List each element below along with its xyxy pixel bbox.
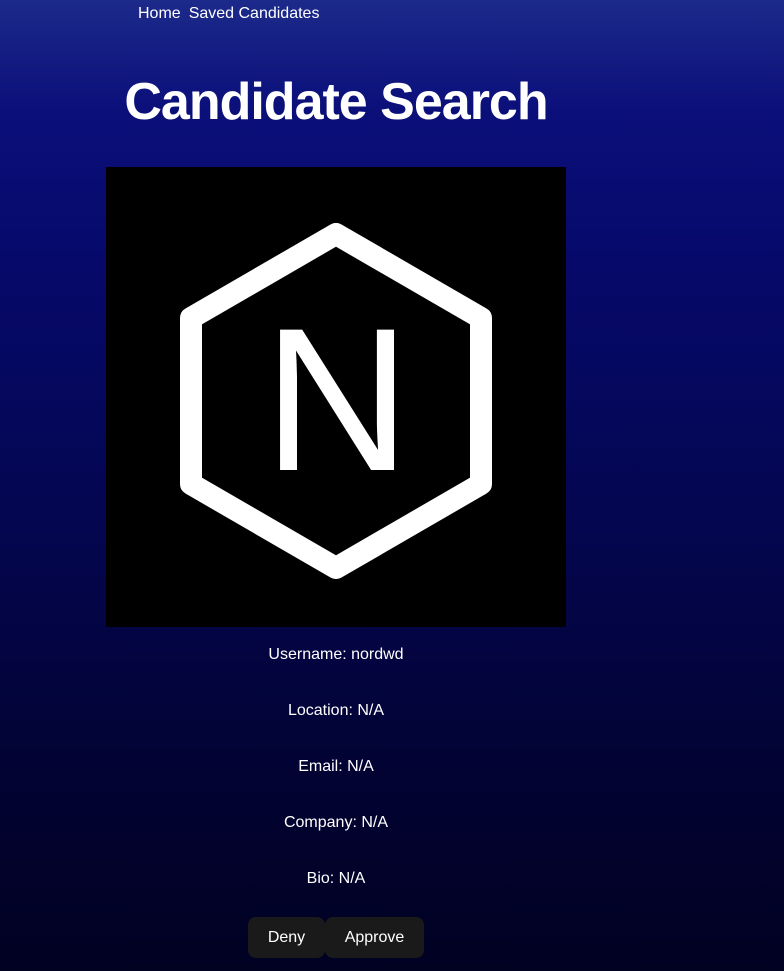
candidate-bio: Bio: N/A (306, 870, 366, 887)
candidate-location: Location: N/A (287, 702, 385, 719)
approve-button[interactable]: Approve (325, 917, 424, 958)
candidate-avatar: N (106, 167, 566, 627)
candidate-company: Company: N/A (283, 814, 389, 831)
candidate-username: Username: nordwd (268, 646, 404, 663)
page-title: Candidate Search (124, 73, 548, 131)
top-nav: Home Saved Candidates (138, 5, 319, 23)
avatar-letter: N (263, 286, 410, 514)
nav-saved-candidates-link[interactable]: Saved Candidates (189, 5, 320, 23)
candidate-email: Email: N/A (298, 758, 374, 775)
avatar-logo-icon: N (180, 223, 492, 579)
deny-button[interactable]: Deny (248, 917, 325, 958)
nav-home-link[interactable]: Home (138, 5, 181, 23)
candidate-actions: Deny Approve (248, 917, 424, 958)
